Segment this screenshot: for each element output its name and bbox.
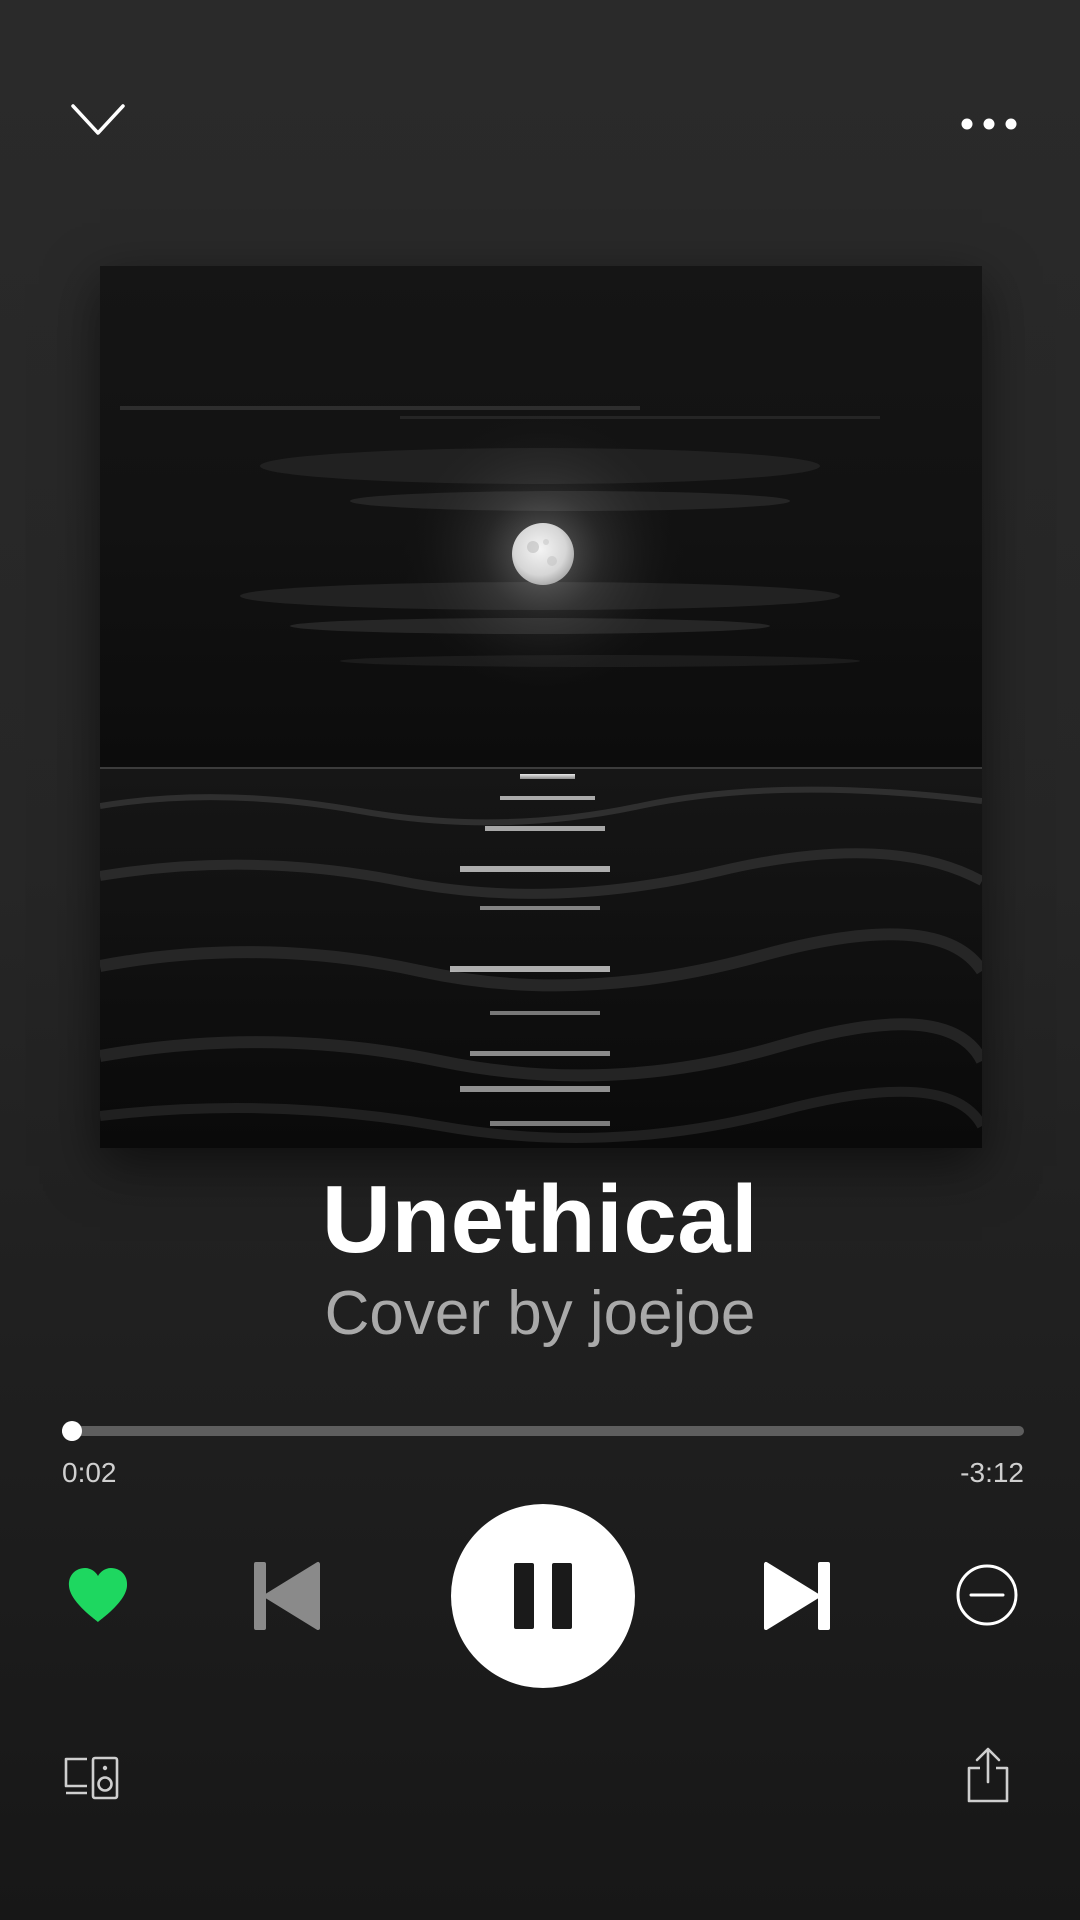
next-button[interactable] <box>754 1554 840 1638</box>
track-title[interactable]: Unethical <box>0 1160 1080 1280</box>
hide-song-button[interactable] <box>952 1560 1022 1630</box>
devices-icon <box>64 1756 119 1800</box>
share-button[interactable] <box>960 1742 1016 1808</box>
skip-previous-icon <box>254 1562 320 1630</box>
like-button[interactable] <box>60 1560 136 1630</box>
devices-button[interactable] <box>58 1752 124 1804</box>
minus-circle-icon <box>956 1564 1018 1626</box>
pause-icon <box>514 1563 572 1629</box>
previous-button[interactable] <box>244 1554 330 1638</box>
track-subtitle[interactable]: Cover by joejoe <box>0 1274 1080 1354</box>
time-remaining: -3:12 <box>960 1457 1024 1488</box>
heart-icon <box>68 1568 128 1622</box>
time-elapsed: 0:02 <box>62 1457 117 1488</box>
progress-bar[interactable] <box>61 1421 1024 1441</box>
chevron-down-icon <box>71 104 125 135</box>
share-icon <box>967 1747 1009 1803</box>
album-artwork <box>100 266 982 1148</box>
progress-handle[interactable] <box>61 1421 82 1441</box>
skip-next-icon <box>764 1562 830 1630</box>
more-options-icon <box>961 118 1017 130</box>
more-options-button[interactable] <box>944 100 1034 148</box>
pause-button[interactable] <box>451 1504 635 1688</box>
collapse-button[interactable] <box>58 92 138 148</box>
